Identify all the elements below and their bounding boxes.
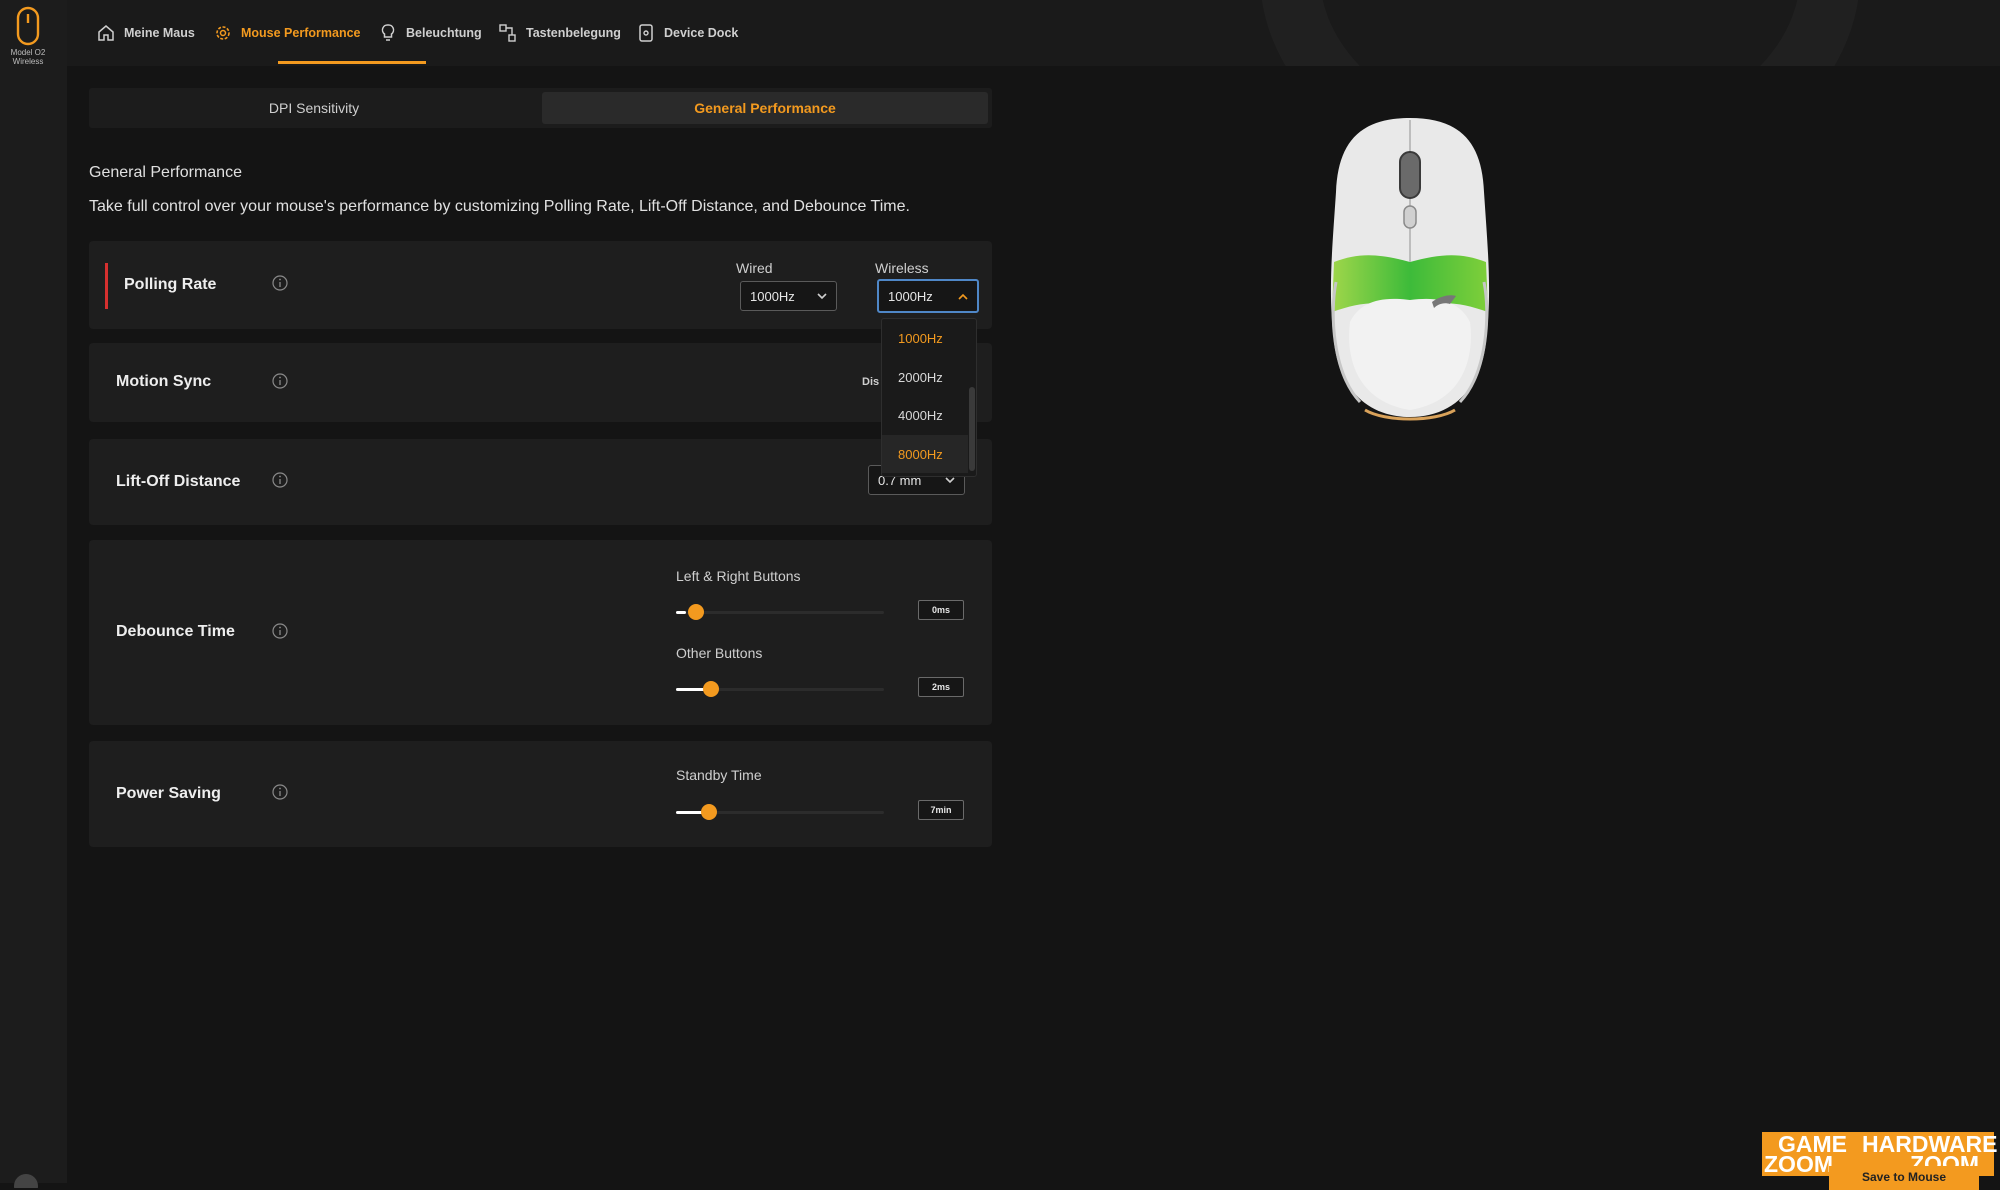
wireless-polling-dropdown: 1000Hz 2000Hz 4000Hz 8000Hz bbox=[881, 318, 977, 477]
section-title: General Performance bbox=[89, 164, 242, 181]
lift-off-card: Lift-Off Distance 0.7 mm bbox=[89, 439, 992, 525]
settings-gear-icon[interactable] bbox=[8, 1168, 44, 1188]
left-right-debounce-value[interactable]: 0ms bbox=[918, 600, 964, 620]
wired-polling-select[interactable]: 1000Hz bbox=[740, 281, 837, 311]
mouse-device-icon[interactable] bbox=[12, 6, 44, 48]
dropdown-option[interactable]: 2000Hz bbox=[882, 358, 968, 396]
nav-label: Beleuchtung bbox=[406, 26, 482, 40]
nav-label: Device Dock bbox=[664, 26, 739, 40]
selected-row-indicator bbox=[105, 263, 108, 309]
mouse-product-image bbox=[1330, 118, 1490, 421]
polling-rate-title: Polling Rate bbox=[124, 276, 217, 293]
dropdown-option[interactable]: 4000Hz bbox=[882, 396, 968, 434]
standby-time-label: Standby Time bbox=[676, 767, 762, 783]
key-mapping-icon bbox=[499, 24, 516, 42]
left-right-buttons-label: Left & Right Buttons bbox=[676, 568, 801, 584]
tab-general-performance[interactable]: General Performance bbox=[542, 92, 988, 124]
slider-handle[interactable] bbox=[701, 804, 718, 820]
gear-icon bbox=[216, 26, 230, 40]
slider-track[interactable] bbox=[676, 611, 884, 614]
device-sidebar: Model O2 Wireless bbox=[0, 0, 67, 1188]
wireless-polling-value: 1000Hz bbox=[888, 288, 933, 304]
nav-label: Tastenbelegung bbox=[526, 26, 621, 40]
home-icon bbox=[98, 25, 114, 41]
chevron-up-icon bbox=[958, 293, 968, 300]
device-name: Model O2 Wireless bbox=[10, 48, 46, 66]
other-debounce-value[interactable]: 2ms bbox=[918, 677, 964, 697]
wired-label: Wired bbox=[736, 260, 773, 276]
motion-sync-card: Motion Sync Dis bbox=[89, 343, 992, 422]
info-icon[interactable] bbox=[272, 784, 288, 800]
standby-time-value[interactable]: 7min bbox=[918, 800, 964, 820]
power-saving-card: Power Saving Standby Time 7min bbox=[89, 741, 992, 847]
dropdown-option[interactable]: 8000Hz bbox=[882, 435, 968, 473]
nav-label: Mouse Performance bbox=[241, 26, 361, 40]
lift-off-title: Lift-Off Distance bbox=[116, 473, 241, 490]
watermark-text: ZOOM bbox=[1764, 1151, 1833, 1177]
chevron-down-icon bbox=[817, 293, 827, 300]
slider-handle[interactable] bbox=[688, 604, 705, 620]
info-icon[interactable] bbox=[272, 472, 288, 488]
other-buttons-label: Other Buttons bbox=[676, 645, 763, 661]
polling-rate-card: Polling Rate Wired 1000Hz Wireless 1000H… bbox=[89, 241, 992, 329]
background-decoration bbox=[1260, 0, 1860, 66]
section-description: Take full control over your mouse's perf… bbox=[89, 198, 910, 215]
debounce-card: Debounce Time Left & Right Buttons 0ms O… bbox=[89, 540, 992, 725]
nav-tastenbelegung[interactable]: Tastenbelegung bbox=[498, 0, 621, 66]
active-tab-indicator bbox=[278, 61, 426, 64]
wireless-label: Wireless bbox=[875, 260, 929, 276]
wired-polling-value: 1000Hz bbox=[750, 288, 795, 304]
performance-subtabs: DPI Sensitivity General Performance bbox=[89, 88, 992, 128]
slider-handle[interactable] bbox=[703, 681, 720, 697]
info-icon[interactable] bbox=[272, 275, 288, 291]
wireless-polling-select[interactable]: 1000Hz bbox=[877, 279, 979, 313]
dropdown-scrollbar[interactable] bbox=[969, 387, 975, 471]
debounce-title: Debounce Time bbox=[116, 623, 235, 640]
motion-sync-state[interactable]: Dis bbox=[862, 376, 879, 388]
nav-label: Meine Maus bbox=[124, 26, 195, 40]
nav-meine-maus[interactable]: Meine Maus bbox=[96, 0, 195, 66]
power-saving-title: Power Saving bbox=[116, 785, 221, 802]
info-icon[interactable] bbox=[272, 623, 288, 639]
save-to-mouse-button[interactable]: Save to Mouse bbox=[1829, 1166, 1979, 1190]
nav-beleuchtung[interactable]: Beleuchtung bbox=[378, 0, 482, 66]
dropdown-option[interactable]: 1000Hz bbox=[882, 319, 968, 357]
lightbulb-icon bbox=[381, 24, 395, 41]
slider-fill bbox=[676, 611, 687, 614]
nav-mouse-performance[interactable]: Mouse Performance bbox=[213, 0, 360, 66]
dock-icon bbox=[639, 24, 653, 42]
motion-sync-title: Motion Sync bbox=[116, 373, 212, 390]
top-navigation: Meine Maus Mouse Performance Beleuchtung… bbox=[67, 0, 2000, 66]
info-icon[interactable] bbox=[272, 373, 288, 389]
nav-device-dock[interactable]: Device Dock bbox=[636, 0, 738, 66]
tab-dpi-sensitivity[interactable]: DPI Sensitivity bbox=[93, 92, 535, 124]
